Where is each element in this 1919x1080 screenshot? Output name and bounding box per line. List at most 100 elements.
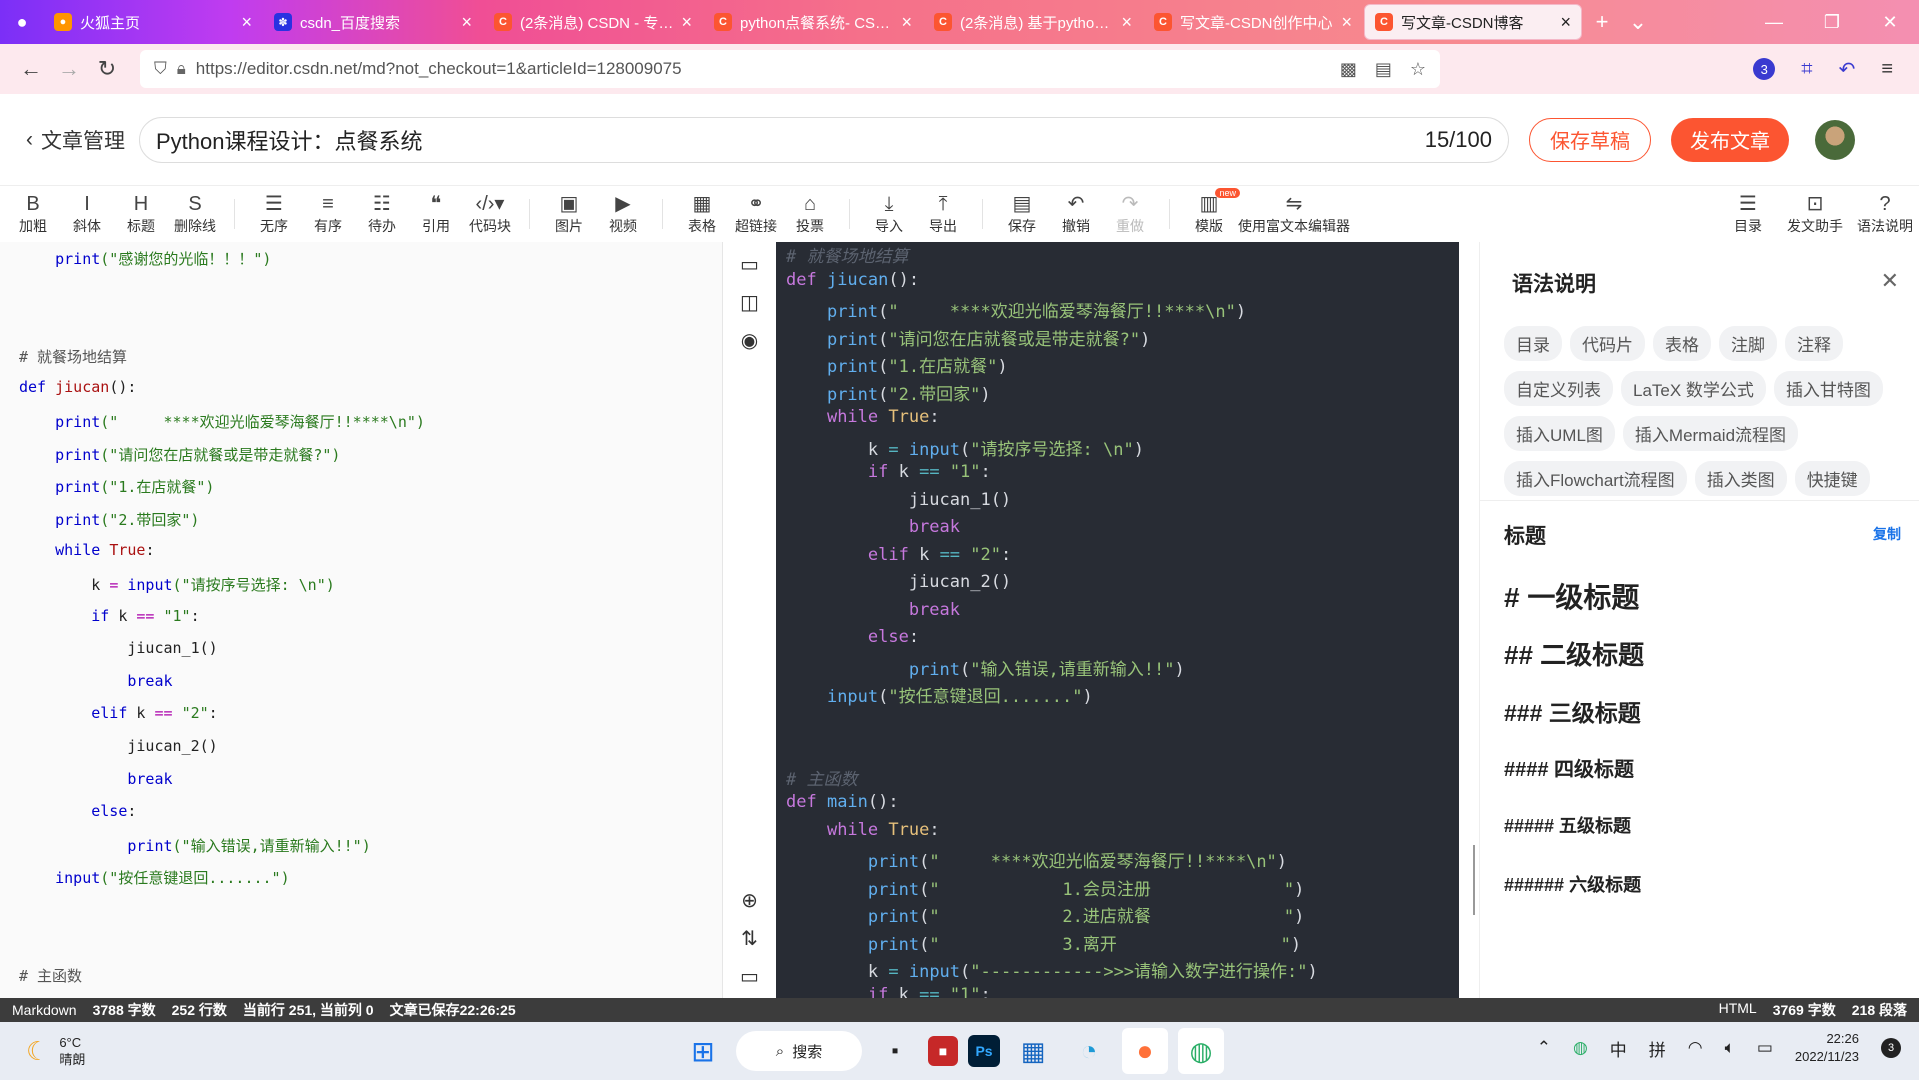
edge-icon[interactable]: ◔ — [1066, 1028, 1112, 1074]
toolbar-button[interactable]: ☰ 目录 — [1723, 186, 1773, 242]
tray-chevron-up-icon[interactable]: ⌃ — [1537, 1038, 1551, 1058]
toolbar-button[interactable]: ❝ 引用 — [411, 186, 461, 242]
toolbar-button[interactable]: ▤ 保存 — [997, 186, 1047, 242]
syntax-chip[interactable]: 插入Flowchart流程图 — [1504, 461, 1687, 496]
url-bar[interactable]: ⛉ 🔒︎ https://editor.csdn.net/md?not_chec… — [140, 50, 1440, 88]
tab-list-chevron-icon[interactable]: ⌄ — [1620, 9, 1656, 35]
browser-tab[interactable]: ● 火狐主页 × — [44, 4, 262, 40]
reader-view-icon[interactable]: ▤ — [1375, 59, 1392, 80]
screenshot-crop-icon[interactable]: ⌗ — [1801, 58, 1812, 81]
toolbar-button[interactable]: ⌂ 投票 — [785, 186, 835, 242]
reload-icon[interactable]: ↻ — [88, 56, 126, 82]
save-draft-button[interactable]: 保存草稿 — [1529, 117, 1651, 162]
extension-badge[interactable]: 3 — [1753, 58, 1776, 80]
toolbar-button[interactable]: ☰ 无序 — [249, 186, 299, 242]
tab-close-icon[interactable]: × — [681, 12, 692, 33]
editor-only-icon[interactable]: ▭ — [735, 250, 765, 280]
minimize-icon[interactable]: — — [1745, 12, 1803, 33]
toolbar-button[interactable]: I 斜体 — [62, 186, 112, 242]
preview-scrollbar[interactable] — [1473, 845, 1475, 915]
url-text[interactable]: https://editor.csdn.net/md?not_checkout=… — [196, 59, 682, 79]
syntax-chip[interactable]: 插入UML图 — [1504, 416, 1615, 451]
syntax-chip[interactable]: 插入甘特图 — [1773, 371, 1883, 406]
hamburger-menu-icon[interactable]: ≡ — [1881, 58, 1893, 81]
tab-close-icon[interactable]: × — [901, 12, 912, 33]
syntax-chip[interactable]: 表格 — [1653, 326, 1711, 361]
forward-arrow-icon[interactable]: → — [50, 56, 88, 82]
back-arrow-icon[interactable]: ← — [12, 56, 50, 82]
syntax-chip[interactable]: 注释 — [1785, 326, 1843, 361]
firefox-menu-icon[interactable]: ● — [0, 0, 44, 44]
browser-tab[interactable]: Cpython点餐系统- CSDN × — [704, 4, 922, 40]
tab-close-icon[interactable]: × — [241, 12, 252, 33]
publish-button[interactable]: 发布文章 — [1671, 117, 1789, 162]
browser-tab[interactable]: C 写文章-CSDN博客 × — [1364, 4, 1582, 40]
undo-extension-icon[interactable]: ↶ — [1839, 57, 1856, 82]
toolbar-button[interactable]: ⤒ 导出 — [918, 186, 968, 242]
tab-close-icon[interactable]: × — [1121, 12, 1132, 33]
battery-icon[interactable]: ▭ — [1757, 1038, 1773, 1058]
task-view-icon[interactable]: ▪ — [872, 1028, 918, 1074]
wifi-icon[interactable]: ◠ — [1688, 1038, 1703, 1058]
close-icon[interactable]: ✕ — [1881, 268, 1899, 294]
article-title-text[interactable]: Python课程设计：点餐系统 — [156, 124, 423, 156]
fullscreen-icon[interactable]: ▭ — [735, 962, 765, 992]
toolbar-button[interactable]: ⚭ 超链接 — [731, 186, 781, 242]
syntax-chip[interactable]: 目录 — [1504, 326, 1562, 361]
browser-tab[interactable]: C (2条消息) CSDN - 专业开发者社区 × — [484, 4, 702, 40]
tab-close-icon[interactable]: × — [1341, 12, 1352, 33]
preview-eye-icon[interactable]: ◉ — [735, 326, 765, 356]
toolbar-button[interactable]: ▣ 图片 — [544, 186, 594, 242]
toolbar-button[interactable]: ☷ 待办 — [357, 186, 407, 242]
syntax-chip[interactable]: 插入类图 — [1694, 461, 1787, 496]
toolbar-button[interactable]: ⇋ 使用富文本编辑器 — [1238, 186, 1350, 242]
toolbar-button[interactable]: S 删除线 — [170, 186, 220, 242]
notification-badge[interactable]: 3 — [1881, 1038, 1901, 1058]
toolbar-button[interactable]: ? 语法说明 — [1857, 186, 1913, 242]
syntax-chip[interactable]: 自定义列表 — [1504, 371, 1613, 406]
store-icon[interactable]: ▦ — [1010, 1028, 1056, 1074]
clock[interactable]: 22:26 2022/11/23 — [1795, 1030, 1859, 1066]
toolbar-button[interactable]: ▶ 视频 — [598, 186, 648, 242]
volume-icon[interactable]: 🔈︎ — [1725, 1038, 1735, 1058]
shield-icon[interactable]: ⛉ — [154, 59, 167, 79]
toolbar-button[interactable]: ⤓ 导入 — [864, 186, 914, 242]
taskbar-search[interactable]: ⌕ 搜索 — [736, 1031, 862, 1071]
syntax-chip[interactable]: 注脚 — [1719, 326, 1777, 361]
toolbar-button[interactable]: ⊡ 发文助手 — [1787, 186, 1843, 242]
syntax-chip[interactable]: 插入Mermaid流程图 — [1622, 416, 1799, 451]
wechat-tray-icon[interactable]: ◍ — [1573, 1038, 1588, 1058]
split-view-icon[interactable]: ◫ — [735, 288, 765, 318]
ime-chinese-label[interactable]: 中 — [1610, 1036, 1627, 1061]
toolbar-button[interactable]: B 加粗 — [8, 186, 58, 242]
locate-crosshair-icon[interactable]: ⊕ — [735, 886, 765, 916]
sync-scroll-icon[interactable]: ⇅ — [735, 924, 765, 954]
bookmark-star-icon[interactable]: ☆ — [1410, 59, 1426, 80]
new-tab-button[interactable]: + — [1584, 9, 1620, 35]
firefox-taskbar-icon[interactable]: ● — [1122, 1028, 1168, 1074]
tab-close-icon[interactable]: × — [1560, 12, 1571, 33]
toolbar-button[interactable]: ≡ 有序 — [303, 186, 353, 242]
close-window-icon[interactable]: ✕ — [1861, 12, 1919, 33]
toolbar-button[interactable]: H 标题 — [116, 186, 166, 242]
app-red-icon[interactable]: ■ — [928, 1036, 958, 1066]
photoshop-icon[interactable]: Ps — [968, 1035, 1000, 1067]
lock-icon[interactable]: 🔒︎ — [177, 59, 186, 79]
syntax-chip[interactable]: 代码片 — [1570, 326, 1645, 361]
markdown-editor[interactable]: print("感谢您的光临！！！") # 就餐场地结算 def jiucan(): … — [0, 242, 722, 998]
article-title-input[interactable]: Python课程设计：点餐系统 15/100 — [139, 116, 1509, 163]
article-manage-link[interactable]: ‹ 文章管理 — [26, 125, 125, 155]
toolbar-button[interactable]: ▦ 表格 — [677, 186, 727, 242]
windows-start-icon[interactable]: ⊞ — [680, 1028, 726, 1074]
toolbar-button[interactable]: ▥ 模版 new — [1184, 186, 1240, 242]
qr-code-icon[interactable]: ▩ — [1340, 59, 1357, 80]
syntax-chip[interactable]: LaTeX 数学公式 — [1621, 371, 1766, 406]
user-avatar[interactable] — [1815, 119, 1855, 160]
toolbar-button[interactable]: ↶ 撤销 — [1051, 186, 1101, 242]
browser-tab[interactable]: C (2条消息) 基于python的点餐 × — [924, 4, 1142, 40]
maximize-icon[interactable]: ❐ — [1803, 12, 1861, 33]
toolbar-button[interactable]: ‹/›▾ 代码块 — [465, 186, 515, 242]
weather-widget[interactable]: ☾ 6°C 晴朗 — [26, 1034, 85, 1068]
syntax-chip[interactable]: 快捷键 — [1794, 461, 1870, 496]
toolbar-button[interactable]: ↷ 重做 — [1105, 186, 1155, 242]
